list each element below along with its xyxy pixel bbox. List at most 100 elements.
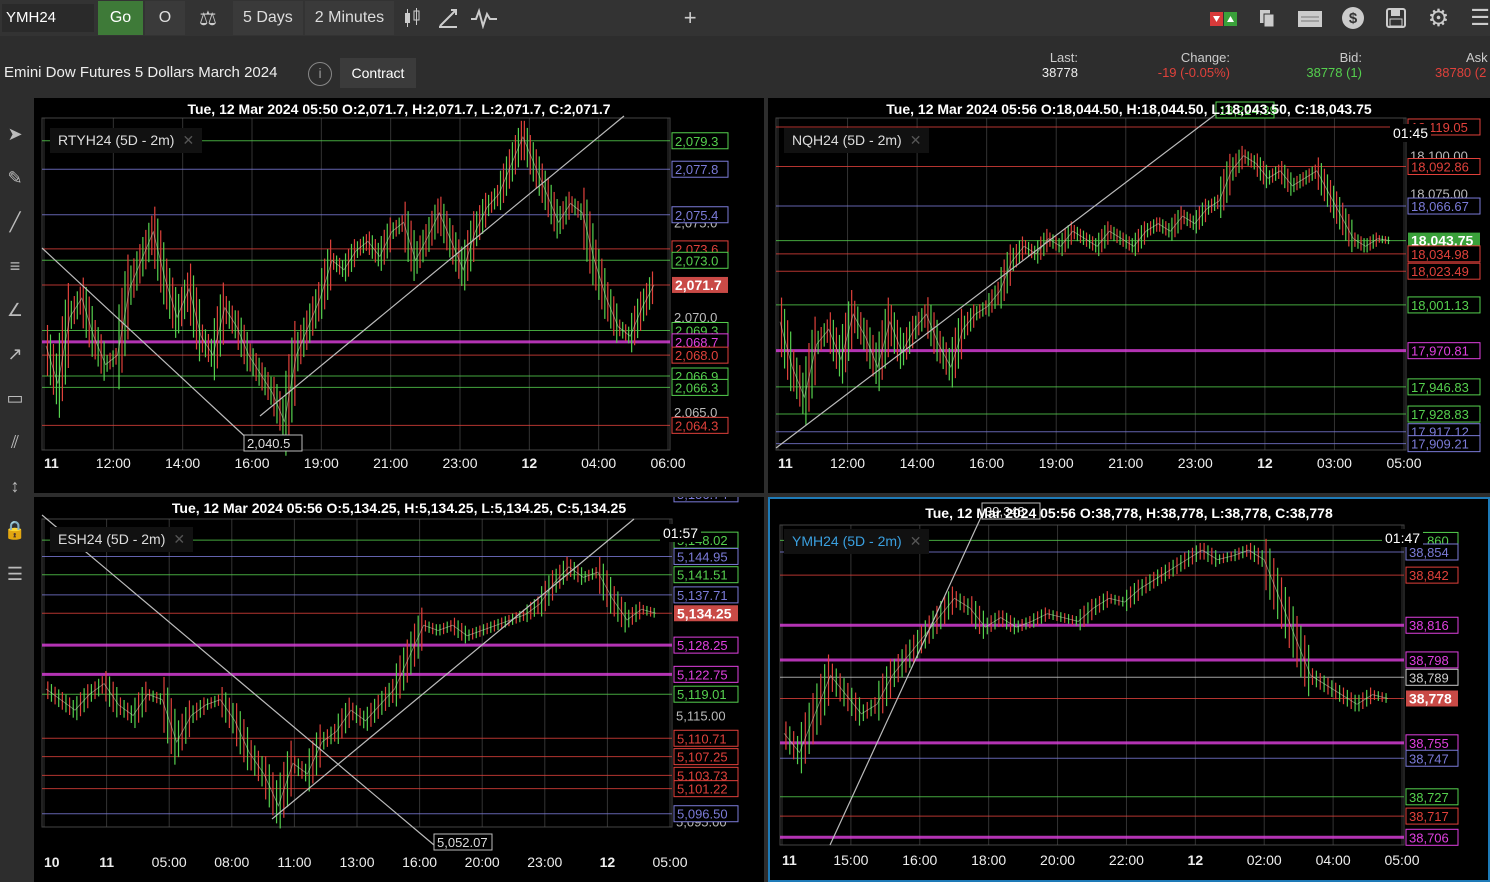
x-tick-label: 18:00 [971, 852, 1006, 868]
price-axis-tick: 5,115.00 [676, 708, 726, 723]
close-icon[interactable]: ✕ [910, 132, 922, 148]
folder-icon[interactable] [1288, 1, 1331, 35]
x-tick-label: 04:00 [1316, 852, 1351, 868]
price-tag-label: 5,141.51 [677, 568, 728, 583]
price-tag-label: 5,134.25 [677, 605, 732, 621]
pointer-icon[interactable]: ➤ [3, 122, 27, 146]
chart-panel-ym[interactable]: Tue, 12 Mar 2024 05:56 O:38,778, H:38,77… [768, 497, 1490, 882]
x-tick-label: 11 [782, 852, 797, 868]
price-tag: 5,122.75 [673, 665, 739, 683]
trend-label: 2,040.5 [247, 436, 290, 451]
arrow-tool-icon[interactable]: ↗ [3, 342, 27, 366]
price-tag-label: 5,122.75 [677, 667, 728, 682]
price-tag-label: 38,727 [1409, 790, 1449, 805]
candlestick-icon[interactable] [394, 1, 430, 35]
chart-symbol-label[interactable]: YMH24 (5D - 2m) ✕ [784, 529, 930, 554]
lock-icon[interactable]: 🔒 [3, 518, 27, 542]
price-tag-label: 38,789 [1409, 670, 1449, 685]
order-arrows-glyph [1209, 12, 1237, 26]
x-tick-label: 21:00 [373, 455, 408, 471]
x-tick-label: 02:00 [1247, 852, 1282, 868]
chart-symbol-label[interactable]: ESH24 (5D - 2m) ✕ [50, 527, 194, 552]
price-tag-label: 5,137.71 [677, 588, 728, 603]
line-tool-icon[interactable]: ╱ [3, 210, 27, 234]
scale-icon[interactable]: ⚖ [185, 1, 231, 35]
drawing-tools-rail: ➤ ✎ ╱ ≡ ∠ ↗ ▭ ⫽ ↕ 🔒 ☰ [0, 94, 30, 882]
price-tag: 38,747 [1405, 749, 1459, 767]
chart-panel-nq[interactable]: Tue, 12 Mar 2024 05:56 O:18,044.50, H:18… [768, 98, 1490, 493]
x-tick-label: 19:00 [304, 455, 339, 471]
price-tag-label: 18,092.86 [1411, 160, 1469, 175]
price-tag: 38,706 [1405, 828, 1459, 846]
gear-icon[interactable]: ⚙ [1417, 1, 1460, 35]
chart-label-text: RTYH24 (5D - 2m) [58, 132, 175, 148]
period-selector[interactable]: 5 Days [233, 1, 303, 35]
x-tick-label: 03:00 [1317, 455, 1352, 471]
bid-label: Bid: [1339, 50, 1362, 65]
hamburger-menu-icon[interactable]: ☰ [1460, 1, 1490, 35]
x-tick-label: 20:00 [1040, 852, 1075, 868]
close-icon[interactable]: ✕ [182, 132, 194, 148]
x-tick-label: 14:00 [900, 455, 935, 471]
measure-icon[interactable]: ↕ [3, 474, 27, 498]
price-tag-label: 38,706 [1409, 830, 1449, 845]
info-icon[interactable]: i [308, 62, 332, 86]
trend-line [259, 115, 625, 417]
copy-icon[interactable] [1245, 1, 1288, 35]
close-icon[interactable]: ✕ [910, 533, 922, 549]
draw-tool-glyph [439, 9, 458, 28]
price-tag: 18,066.67 [1407, 197, 1481, 215]
price-tag: 5,110.71 [673, 729, 739, 747]
price-tag: 2,075.4 [671, 206, 729, 224]
symbol-input[interactable]: YMH24 [2, 4, 94, 32]
dollar-icon[interactable]: $ [1331, 1, 1374, 35]
rectangle-tool-icon[interactable]: ▭ [3, 386, 27, 410]
chart-symbol-label[interactable]: RTYH24 (5D - 2m) ✕ [50, 128, 203, 153]
trend-label: 5,052.07 [437, 835, 488, 850]
chart-panel-rty[interactable]: Tue, 12 Mar 2024 05:50 O:2,071.7, H:2,07… [34, 98, 764, 493]
chart-symbol-label[interactable]: NQH24 (5D - 2m) ✕ [784, 128, 930, 153]
ask-quote: Ask 38780 (2 [1430, 50, 1490, 80]
o-button[interactable]: O [145, 1, 185, 35]
draw-tool-icon[interactable] [430, 1, 466, 35]
price-tag-label: 38,854 [1409, 545, 1449, 560]
price-tag-label: 2,071.7 [675, 277, 722, 293]
channel-tool-icon[interactable]: ⫽ [3, 430, 27, 454]
price-tag: 17,928.83 [1407, 405, 1481, 423]
change-value: -19 (-0.05%) [1157, 65, 1230, 80]
go-button[interactable]: Go [98, 1, 143, 35]
x-tick-label: 12:00 [96, 455, 131, 471]
close-icon[interactable]: ✕ [173, 531, 185, 547]
x-tick-label: 15:00 [833, 852, 868, 868]
x-tick-label: 20:00 [465, 854, 500, 870]
x-tick-label: 14:00 [165, 455, 200, 471]
price-tag-label: 5,119.01 [677, 687, 727, 702]
dollar-glyph: $ [1341, 7, 1364, 29]
price-tag: 38,789 [1405, 668, 1459, 686]
x-tick-label: 19:00 [1039, 455, 1074, 471]
order-arrows-icon[interactable] [1202, 1, 1245, 35]
bid-value: 38778 (1) [1306, 65, 1362, 80]
trend-line [271, 518, 635, 820]
price-tag: 2,068.0 [671, 346, 729, 364]
price-tag: 5,101.22 [673, 780, 739, 798]
list-settings-icon[interactable]: ☰ [3, 562, 27, 586]
gann-fan-icon[interactable]: ∠ [3, 298, 27, 322]
interval-selector[interactable]: 2 Minutes [304, 1, 395, 35]
pencil-icon[interactable]: ✎ [3, 166, 27, 190]
price-tag: 18,023.49 [1407, 262, 1481, 280]
x-tick-label: 12:00 [830, 455, 865, 471]
last-quote: Last: 38778 [1030, 50, 1078, 80]
chart-panel-es[interactable]: Tue, 12 Mar 2024 05:56 O:5,134.25, H:5,1… [34, 497, 764, 882]
add-chart-icon[interactable]: + [672, 1, 708, 35]
save-glyph [1385, 8, 1406, 28]
contract-button[interactable]: Contract [340, 58, 416, 88]
price-tag-label: 2,068.0 [675, 348, 718, 363]
candlestick-glyph [405, 8, 420, 27]
save-icon[interactable] [1374, 1, 1417, 35]
indicator-icon[interactable] [466, 1, 502, 35]
price-tag: 38,778 [1406, 690, 1458, 707]
fibonacci-icon[interactable]: ≡ [3, 254, 27, 278]
price-tag-label: 5,107.25 [677, 750, 728, 765]
bar-countdown: 01:57 [660, 524, 702, 542]
